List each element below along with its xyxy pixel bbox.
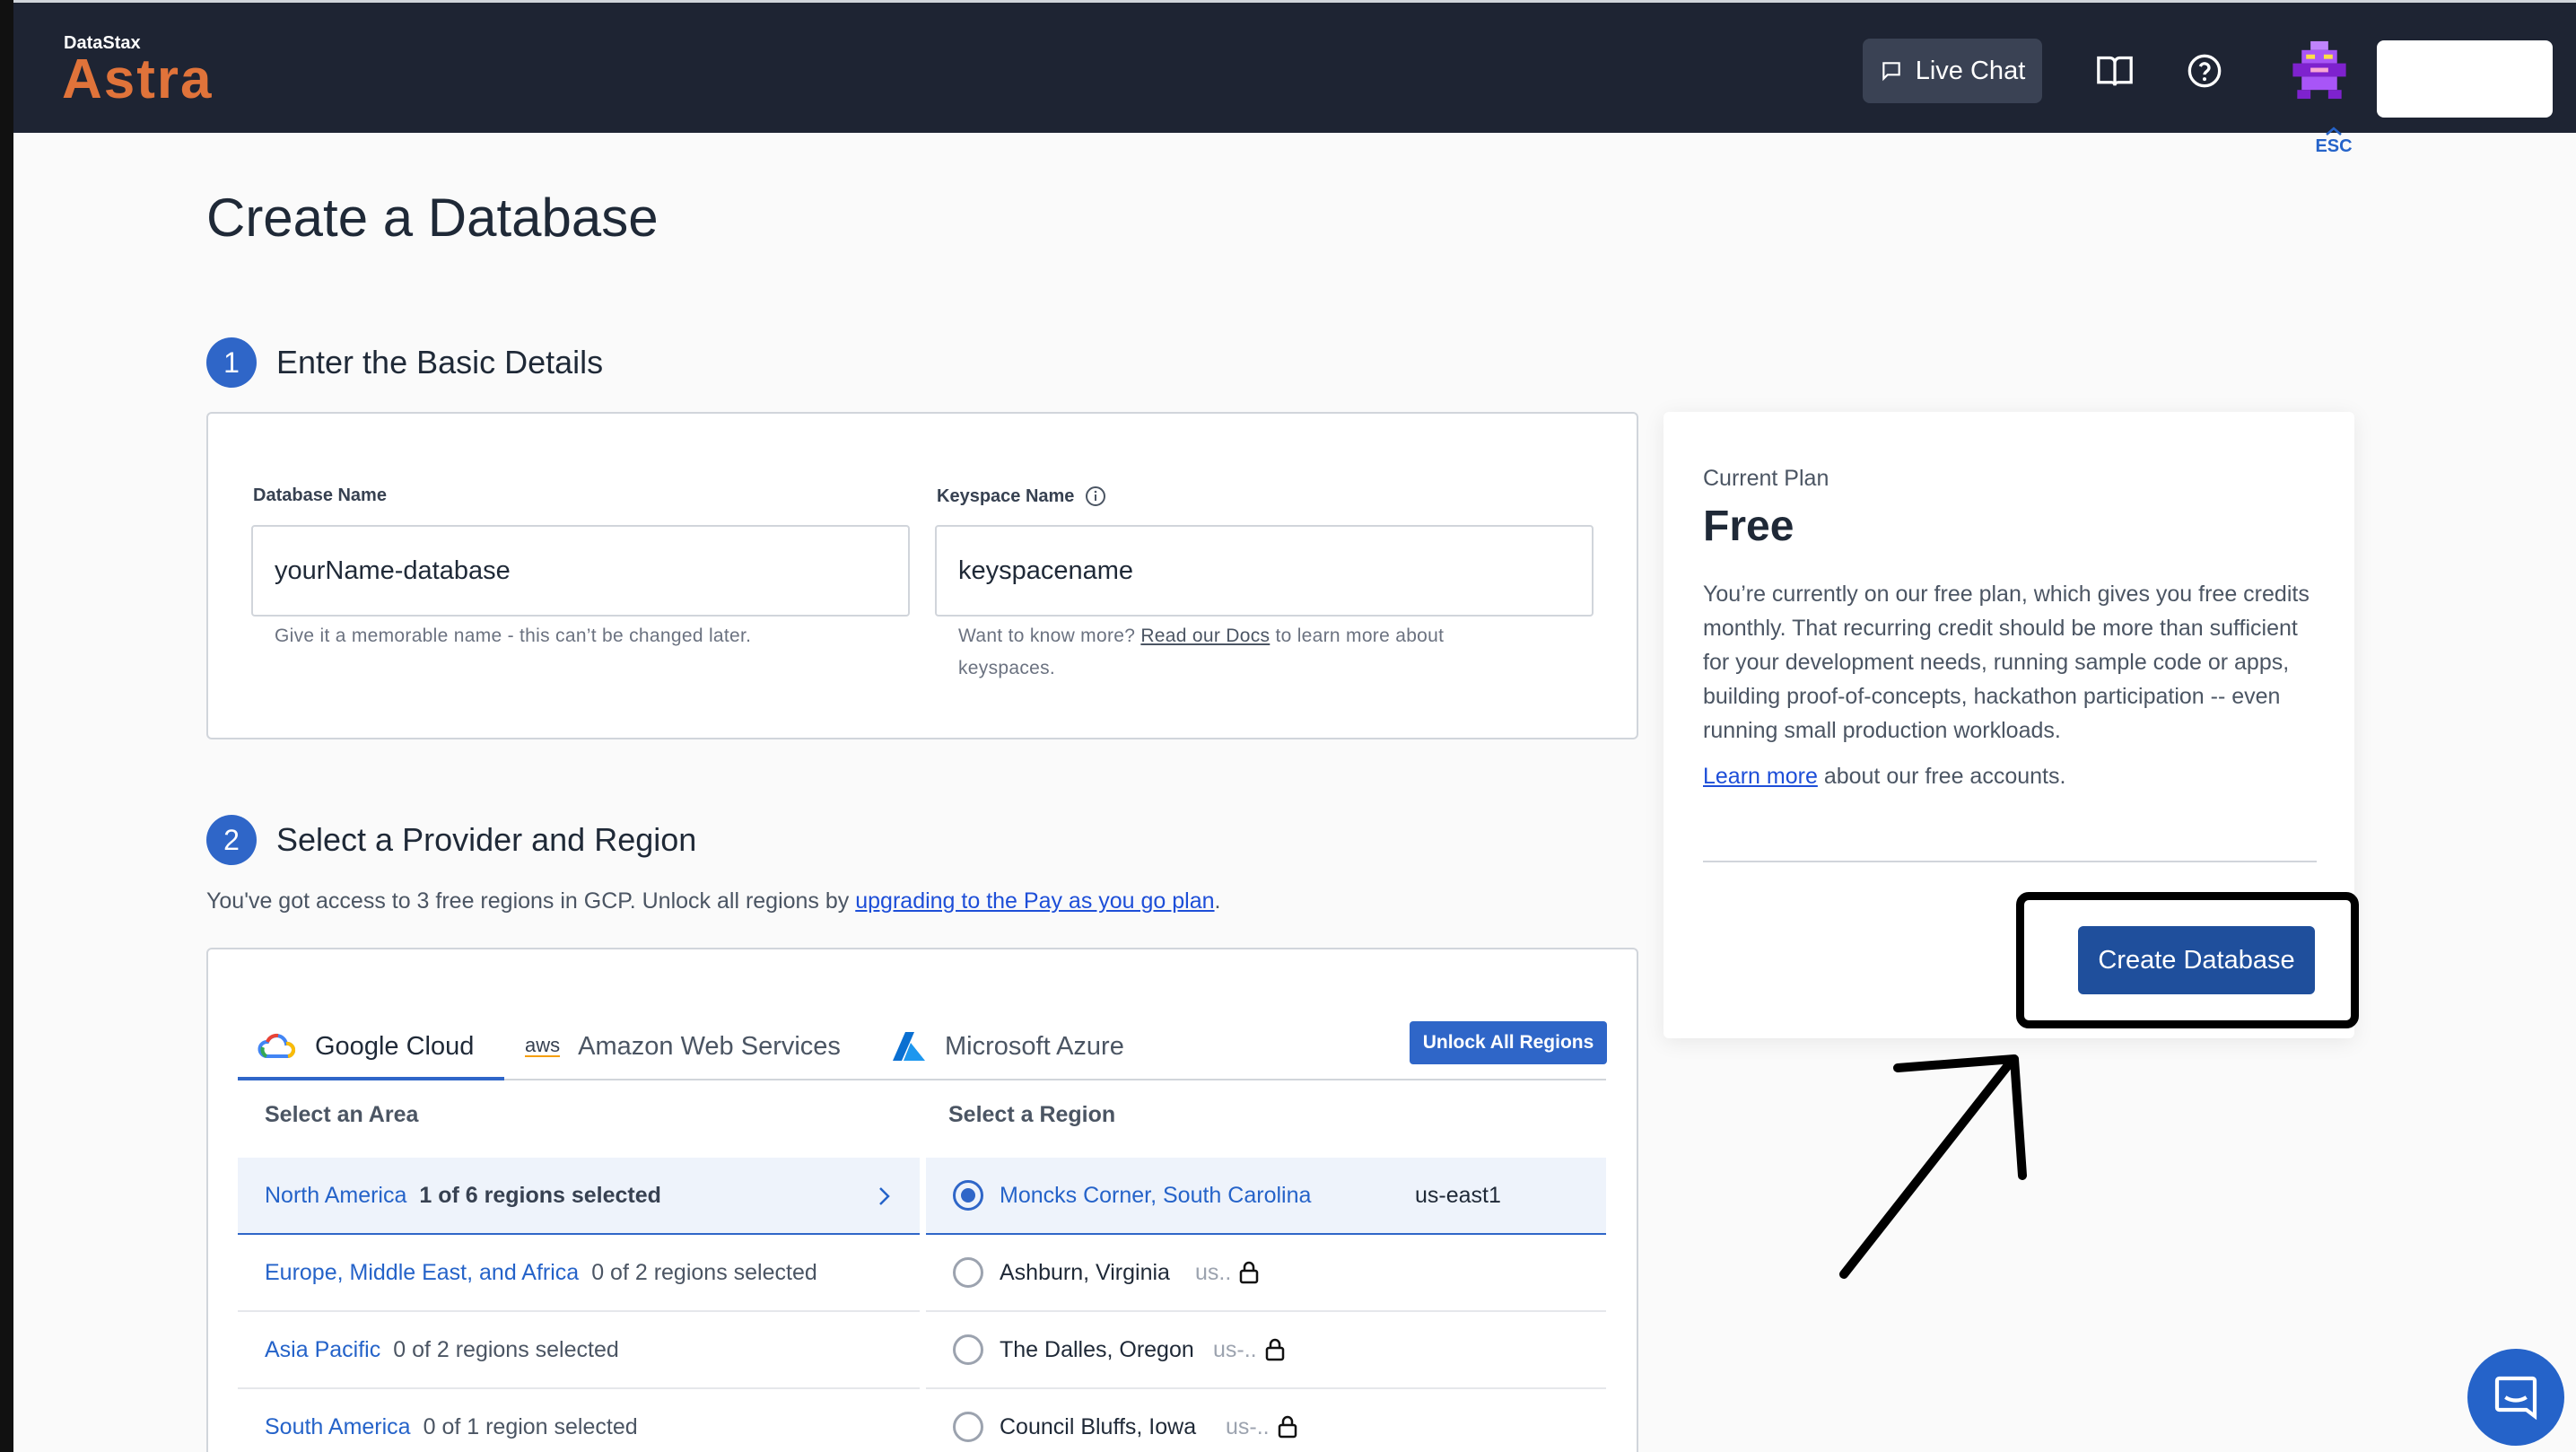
region-radio[interactable] [953, 1412, 983, 1442]
area-row-emea[interactable]: Europe, Middle East, and Africa 0 of 2 r… [238, 1235, 920, 1312]
step-2-heading: 2 Select a Provider and Region [206, 815, 696, 865]
region-row-moncks-corner[interactable]: Moncks Corner, South Carolina us-east1 [926, 1158, 1606, 1235]
step-1-number: 1 [206, 337, 257, 388]
area-row-asia-pacific[interactable]: Asia Pacific 0 of 2 regions selected [238, 1312, 920, 1389]
region-radio[interactable] [953, 1180, 983, 1211]
region-name: Council Bluffs, Iowa [1000, 1413, 1197, 1439]
esc-label: ESC [2315, 136, 2353, 156]
region-code: us-.. [1226, 1413, 1270, 1439]
database-name-label: Database Name [253, 485, 387, 506]
brand-astra-logo[interactable]: Astra [62, 48, 214, 111]
esc-close-control[interactable]: ESC [2315, 126, 2353, 157]
plan-learn-more: Learn more about our free accounts. [1703, 764, 2065, 790]
basic-details-card: Database Name yourName-database Give it … [206, 412, 1638, 739]
region-name: The Dalles, Oregon [1000, 1336, 1194, 1362]
area-name: South America [265, 1413, 411, 1439]
area-name: Europe, Middle East, and Africa [265, 1259, 580, 1285]
tab-microsoft-azure[interactable]: Microsoft Azure [891, 1014, 1124, 1079]
info-icon[interactable] [1085, 485, 1106, 507]
window-edge [0, 0, 13, 1452]
lock-icon [1265, 1338, 1284, 1361]
aws-icon: aws [525, 1034, 561, 1057]
keyspace-name-label-text: Keyspace Name [937, 485, 1075, 506]
support-chat-launcher[interactable] [2467, 1349, 2564, 1446]
read-docs-link[interactable]: Read our Docs [1140, 625, 1270, 646]
keyspace-name-label: Keyspace Name [937, 485, 1106, 507]
provider-tabs: Google Cloud aws Amazon Web Services Mic… [238, 1005, 1607, 1080]
annotation-arrow [1839, 1054, 2027, 1279]
plan-name: Free [1703, 503, 1794, 550]
database-name-input[interactable]: yourName-database [251, 525, 910, 617]
help-icon[interactable] [2179, 46, 2230, 96]
divider [1703, 861, 2317, 862]
area-row-north-america[interactable]: North America 1 of 6 regions selected [238, 1158, 920, 1235]
docs-book-icon[interactable] [2090, 46, 2140, 96]
area-name: North America [265, 1182, 407, 1208]
unlock-all-regions-button[interactable]: Unlock All Regions [1410, 1021, 1607, 1064]
learn-more-link[interactable]: Learn more [1703, 764, 1818, 789]
notice-prefix: You've got access to 3 free regions in G… [206, 888, 850, 914]
area-count: 0 of 2 regions selected [591, 1259, 817, 1285]
free-regions-notice: You've got access to 3 free regions in G… [206, 888, 1221, 914]
region-row-the-dalles[interactable]: The Dalles, Oregon us-.. [926, 1312, 1606, 1389]
tab-aws-label: Amazon Web Services [578, 1031, 841, 1061]
azure-icon [893, 1032, 925, 1061]
live-chat-label: Live Chat [1915, 56, 2026, 85]
lock-icon [1240, 1261, 1259, 1284]
region-code-group: us.. [1195, 1260, 1260, 1286]
region-row-council-bluffs[interactable]: Council Bluffs, Iowa us-.. [926, 1389, 1606, 1452]
area-row-south-america[interactable]: South America 0 of 1 region selected [238, 1389, 920, 1452]
tab-google-cloud[interactable]: Google Cloud [258, 1014, 474, 1079]
region-radio[interactable] [953, 1257, 983, 1288]
region-code-group: us-.. [1213, 1337, 1286, 1363]
top-navigation-bar: DataStax Astra Live Chat [13, 0, 2576, 133]
region-name: Moncks Corner, South Carolina [1000, 1182, 1312, 1208]
plan-description: You’re currently on our free plan, which… [1703, 582, 2310, 743]
live-chat-button[interactable]: Live Chat [1863, 39, 2042, 103]
google-cloud-icon [258, 1033, 296, 1058]
area-count: 0 of 2 regions selected [393, 1336, 619, 1362]
step-2-number: 2 [206, 815, 257, 865]
select-region-header: Select a Region [948, 1102, 1116, 1127]
lock-icon [1278, 1415, 1297, 1439]
chevron-right-icon [879, 1187, 890, 1205]
account-button[interactable] [2377, 40, 2553, 118]
learn-more-suffix: about our free accounts. [1823, 764, 2066, 789]
tab-google-cloud-label: Google Cloud [315, 1031, 475, 1061]
tab-azure-label: Microsoft Azure [945, 1031, 1124, 1061]
page-title: Create a Database [206, 188, 659, 248]
region-radio[interactable] [953, 1334, 983, 1365]
keyspace-name-input[interactable]: keyspacename [935, 525, 1594, 617]
database-name-help: Give it a memorable name - this can’t be… [275, 625, 752, 646]
select-area-header: Select an Area [265, 1102, 419, 1127]
region-name: Ashburn, Virginia [1000, 1259, 1170, 1285]
keyspace-help-suffix: to learn more about [1275, 625, 1445, 646]
chat-icon [1882, 62, 1900, 82]
keyspace-help-line2: keyspaces. [958, 658, 1056, 678]
area-count: 0 of 1 region selected [423, 1413, 638, 1439]
keyspace-name-help: Want to know more? Read our Docs to lear… [958, 620, 1533, 685]
chat-bubble-icon [2494, 1376, 2537, 1421]
step-1-title: Enter the Basic Details [276, 344, 604, 380]
area-count: 1 of 6 regions selected [419, 1182, 661, 1208]
region-code-group: us-.. [1226, 1414, 1298, 1440]
upgrade-plan-link[interactable]: upgrading to the Pay as you go plan [855, 888, 1214, 914]
user-avatar[interactable] [2288, 37, 2351, 103]
region-code: us.. [1195, 1259, 1232, 1285]
tab-amazon-web-services[interactable]: aws Amazon Web Services [525, 1014, 841, 1079]
active-tab-indicator [238, 1077, 504, 1080]
step-2-title: Select a Provider and Region [276, 821, 697, 858]
annotation-highlight-box [2016, 892, 2359, 1028]
region-code: us-.. [1213, 1336, 1257, 1362]
keyspace-help-prefix: Want to know more? [958, 625, 1136, 646]
area-name: Asia Pacific [265, 1336, 381, 1362]
step-1-heading: 1 Enter the Basic Details [206, 337, 603, 388]
region-row-ashburn[interactable]: Ashburn, Virginia us.. [926, 1235, 1606, 1312]
region-code: us-east1 [1415, 1182, 1501, 1208]
database-name-label-text: Database Name [253, 485, 387, 505]
notice-suffix: . [1214, 888, 1221, 914]
current-plan-label: Current Plan [1703, 466, 1829, 491]
chevron-up-icon [2326, 127, 2342, 136]
